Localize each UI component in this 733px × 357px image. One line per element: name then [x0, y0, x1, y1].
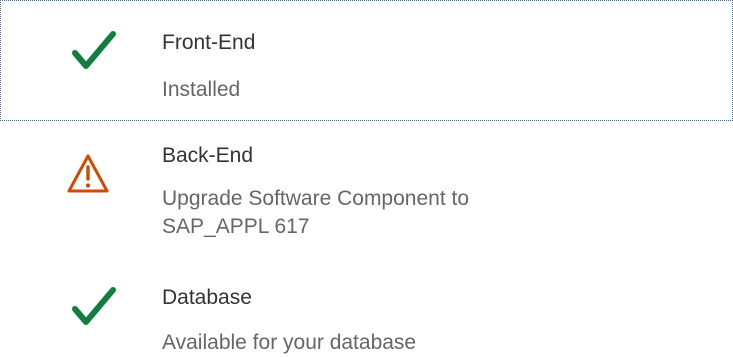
item-title: Database: [162, 286, 252, 309]
item-status: Available for your database: [162, 331, 417, 354]
item-title: Back-End: [162, 144, 254, 167]
checkmark-icon: [72, 31, 116, 69]
item-status: Installed: [162, 78, 241, 101]
warning-triangle-icon: [67, 154, 109, 193]
list-item-back-end[interactable]: Back-End Upgrade Software Component to S…: [0, 121, 733, 267]
list-item-front-end[interactable]: Front-End Installed: [0, 0, 733, 121]
item-status: Upgrade Software Component to SAP_APPL 6…: [162, 185, 682, 241]
list-item-database[interactable]: Database Available for your database: [0, 267, 733, 354]
status-line: Upgrade Software Component to: [162, 187, 470, 210]
software-requirements-list: Front-End Installed Back-End Upgrade Sof…: [0, 0, 733, 354]
checkmark-icon: [72, 287, 116, 325]
status-line: SAP_APPL 617: [162, 215, 310, 238]
item-title: Front-End: [162, 31, 256, 54]
